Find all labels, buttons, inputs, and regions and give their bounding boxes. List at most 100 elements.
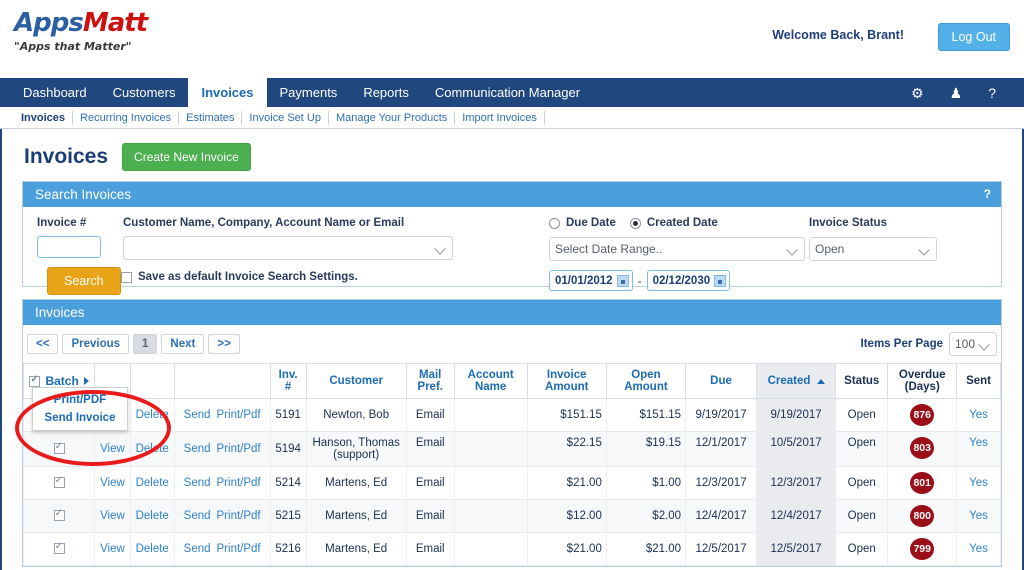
due-date-radio[interactable]: [549, 217, 560, 229]
table-row[interactable]: View Delete SendPrint/Pdf 5191 Newton, B…: [22, 398, 1001, 432]
save-default-checkbox[interactable]: [121, 271, 132, 283]
row-action-send-print[interactable]: Send Print/Pdf: [173, 466, 271, 500]
cell-sent[interactable]: Yes: [956, 466, 1001, 500]
view-link[interactable]: View: [100, 510, 125, 522]
view-link[interactable]: View: [100, 543, 125, 555]
print-pdf-link[interactable]: Print/Pdf: [217, 510, 261, 522]
send-link[interactable]: Send: [184, 477, 211, 489]
row-action-view[interactable]: View: [94, 466, 131, 500]
subnav-item-invoices[interactable]: Invoices: [14, 110, 74, 125]
column-header-open-amount[interactable]: Open Amount: [605, 363, 687, 399]
row-action-delete[interactable]: Delete: [129, 466, 175, 500]
row-checkbox-cell[interactable]: [22, 431, 96, 467]
row-action-view[interactable]: View: [94, 499, 131, 533]
batch-select-all-checkbox[interactable]: [29, 374, 41, 387]
date-range-select[interactable]: [549, 237, 805, 261]
column-header-account-name[interactable]: Account Name: [453, 363, 528, 399]
delete-link[interactable]: Delete: [136, 443, 169, 455]
nav-item-invoices[interactable]: Invoices: [188, 78, 267, 107]
cell-sent[interactable]: Yes: [956, 398, 1001, 432]
view-link[interactable]: View: [100, 443, 125, 455]
date-from-input[interactable]: 01/01/2012: [549, 270, 633, 291]
send-link[interactable]: Send: [184, 409, 211, 421]
sent-link[interactable]: Yes: [969, 409, 988, 421]
subnav-item-recurring-invoices[interactable]: Recurring Invoices: [73, 110, 180, 125]
send-link[interactable]: Send: [184, 443, 211, 455]
row-action-view[interactable]: View: [94, 532, 131, 566]
customer-search-input[interactable]: [123, 236, 453, 260]
column-header-due[interactable]: Due: [685, 363, 757, 399]
row-select-checkbox[interactable]: [53, 508, 65, 522]
pagination-last-button[interactable]: >>: [208, 334, 240, 354]
row-action-send-print[interactable]: Send Print/Pdf: [173, 398, 271, 432]
row-action-send-print[interactable]: Send Print/Pdf: [173, 499, 271, 533]
calendar-icon-from[interactable]: [616, 274, 629, 287]
print-pdf-link[interactable]: Print/Pdf: [217, 543, 261, 555]
nav-item-reports[interactable]: Reports: [350, 78, 422, 107]
subnav-item-invoice-set-up[interactable]: Invoice Set Up: [242, 110, 329, 125]
print-pdf-link[interactable]: Print/Pdf: [217, 477, 261, 489]
subnav-item-estimates[interactable]: Estimates: [179, 110, 243, 125]
cell-sent[interactable]: Yes: [956, 532, 1001, 566]
row-action-view[interactable]: View: [94, 431, 131, 467]
print-pdf-link[interactable]: Print/Pdf: [217, 443, 261, 455]
user-icon[interactable]: ♟: [950, 86, 963, 100]
column-header-mail-pref[interactable]: Mail Pref.: [405, 363, 455, 399]
row-action-send-print[interactable]: Send Print/Pdf: [173, 532, 271, 566]
batch-menu-item-send-invoice[interactable]: Send Invoice: [33, 409, 127, 427]
date-to-input[interactable]: 02/12/2030: [646, 270, 731, 291]
row-action-delete[interactable]: Delete: [129, 431, 175, 467]
column-header-created[interactable]: Created: [755, 363, 837, 399]
view-link[interactable]: View: [100, 477, 125, 489]
delete-link[interactable]: Delete: [136, 409, 169, 421]
column-header-sent[interactable]: Sent: [956, 363, 1001, 399]
row-action-delete[interactable]: Delete: [129, 532, 175, 566]
column-header-overdue-days[interactable]: Overdue (Days): [887, 363, 958, 399]
row-checkbox-cell[interactable]: [22, 532, 96, 566]
send-link[interactable]: Send: [184, 543, 211, 555]
column-header-status[interactable]: Status: [835, 363, 889, 399]
sent-link[interactable]: Yes: [969, 510, 988, 522]
pagination-first-button[interactable]: <<: [27, 334, 59, 354]
search-button[interactable]: Search: [47, 267, 121, 295]
row-action-send-print[interactable]: Send Print/Pdf: [173, 431, 271, 467]
print-pdf-link[interactable]: Print/Pdf: [217, 409, 261, 421]
nav-item-payments[interactable]: Payments: [267, 78, 351, 107]
table-row[interactable]: View Delete Send Print/Pdf 5215 Martens, …: [22, 499, 1001, 533]
delete-link[interactable]: Delete: [136, 510, 169, 522]
sent-link[interactable]: Yes: [969, 477, 988, 489]
sent-link[interactable]: Yes: [969, 437, 988, 449]
row-checkbox-cell[interactable]: [22, 466, 96, 500]
column-header-customer[interactable]: Customer: [305, 363, 407, 399]
log-out-button[interactable]: Log Out: [937, 23, 1010, 51]
pagination-next-button[interactable]: Next: [161, 334, 205, 354]
invoice-number-input[interactable]: [37, 236, 101, 258]
row-action-delete[interactable]: Delete: [129, 499, 175, 533]
nav-item-dashboard[interactable]: Dashboard: [10, 78, 100, 107]
column-header-inv-no[interactable]: Inv. #: [269, 363, 307, 399]
row-select-checkbox[interactable]: [53, 541, 65, 555]
nav-item-customers[interactable]: Customers: [100, 78, 189, 107]
table-row[interactable]: View Delete Send Print/Pdf 5194 Hanson, T…: [22, 431, 1001, 467]
batch-dropdown-menu[interactable]: Print/PDF Send Invoice: [32, 387, 128, 431]
table-row[interactable]: View Delete Send Print/Pdf 5216 Martens, …: [22, 532, 1001, 566]
calendar-icon-to[interactable]: [714, 274, 727, 287]
search-panel-help-icon[interactable]: ?: [984, 187, 991, 201]
cell-sent[interactable]: Yes: [956, 499, 1001, 533]
cell-sent[interactable]: Yes: [956, 431, 1001, 467]
sent-link[interactable]: Yes: [969, 543, 988, 555]
send-link[interactable]: Send: [184, 510, 211, 522]
row-checkbox-cell[interactable]: [22, 499, 96, 533]
row-select-checkbox[interactable]: [53, 441, 65, 455]
gear-icon[interactable]: ⚙: [911, 86, 924, 100]
invoice-status-select[interactable]: [809, 237, 937, 261]
column-header-batch[interactable]: Batch Print/PDF Send Invoice: [22, 363, 128, 431]
delete-link[interactable]: Delete: [136, 543, 169, 555]
row-action-delete[interactable]: Delete: [129, 398, 175, 432]
table-row[interactable]: View Delete Send Print/Pdf 5214 Martens, …: [22, 466, 1001, 500]
items-per-page-select[interactable]: [949, 332, 997, 356]
subnav-item-manage-your-products[interactable]: Manage Your Products: [329, 110, 456, 125]
row-select-checkbox[interactable]: [53, 475, 65, 489]
create-new-invoice-button[interactable]: Create New Invoice: [122, 143, 251, 171]
created-date-radio[interactable]: [629, 217, 641, 229]
